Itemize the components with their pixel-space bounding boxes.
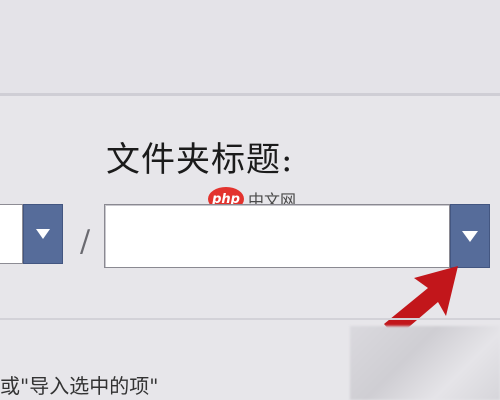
path-separator: / — [80, 224, 91, 259]
blurred-region — [350, 326, 500, 400]
top-panel — [0, 0, 500, 93]
chevron-down-icon — [462, 230, 478, 242]
folder-title-dropdown[interactable] — [104, 204, 490, 268]
section-divider-bottom — [0, 318, 500, 320]
folder-title-field[interactable] — [104, 204, 450, 268]
folder-title-label: 文件夹标题: — [106, 140, 294, 180]
chevron-down-icon — [36, 229, 50, 239]
left-dropdown[interactable] — [0, 204, 64, 264]
section-divider-top — [0, 93, 500, 96]
left-dropdown-button[interactable] — [23, 204, 63, 264]
left-dropdown-field[interactable] — [0, 204, 23, 264]
import-selected-hint: 或"导入选中的项" — [0, 374, 159, 398]
folder-title-dropdown-button[interactable] — [450, 204, 490, 268]
